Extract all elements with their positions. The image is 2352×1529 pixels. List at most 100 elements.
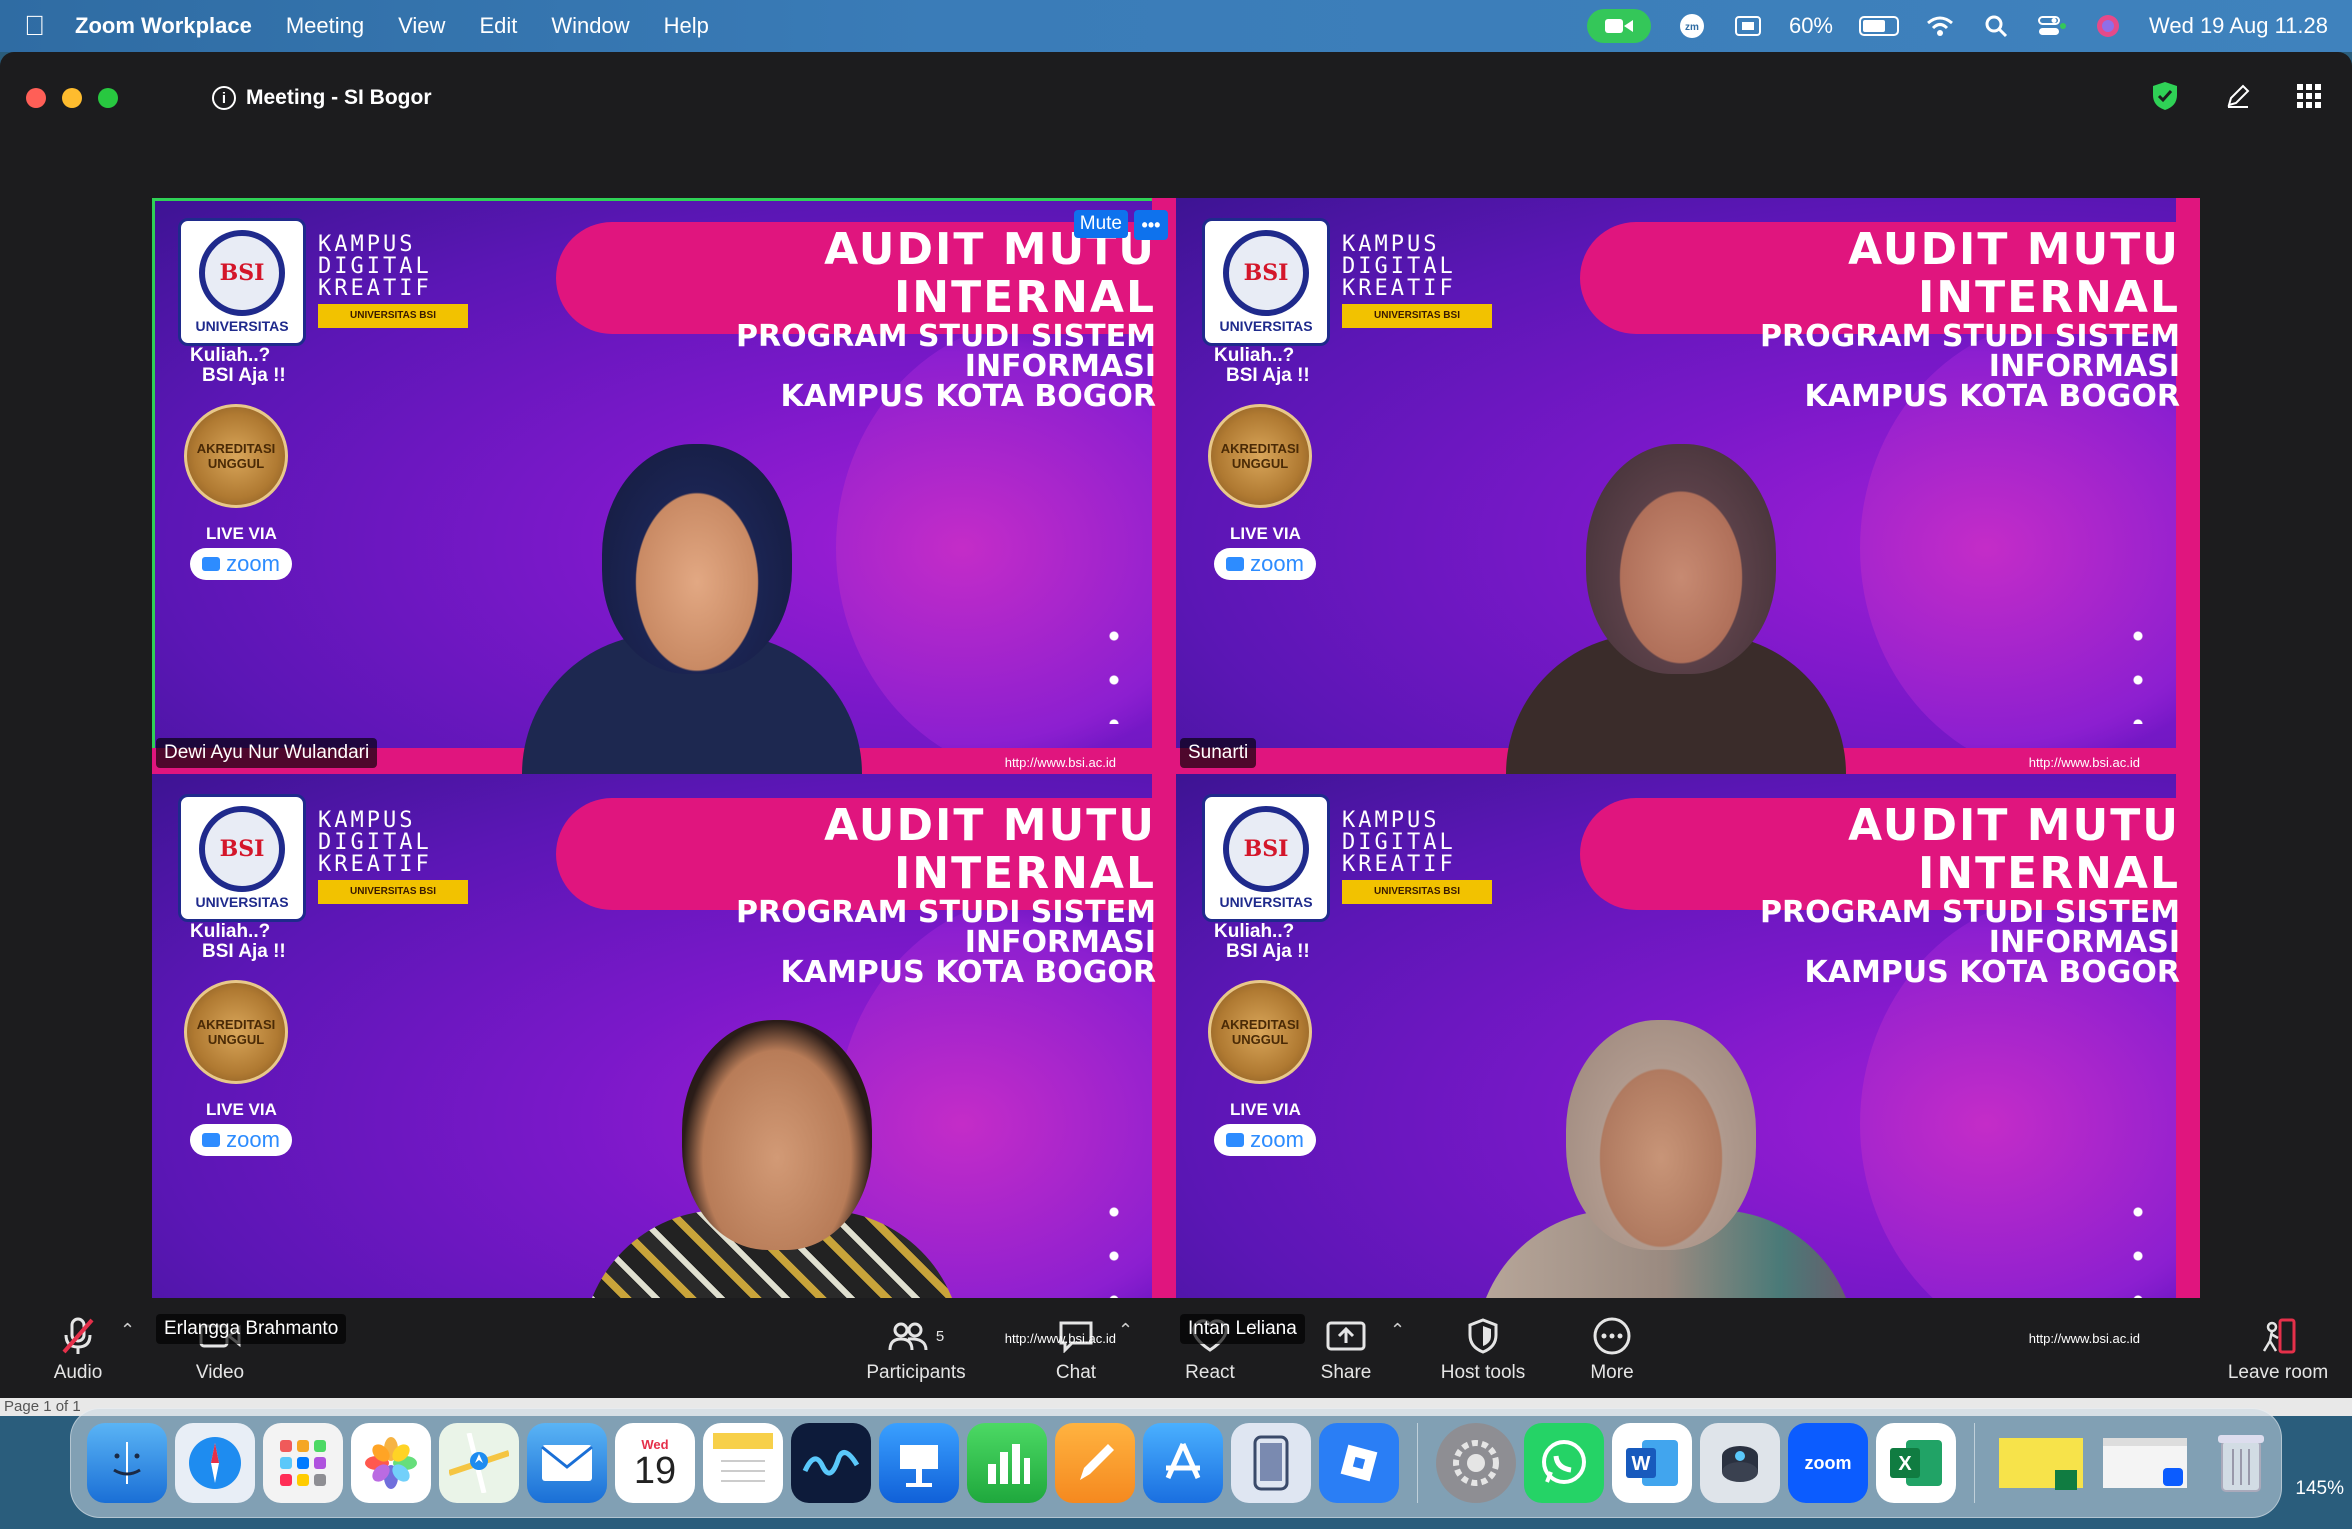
more-button[interactable]: More bbox=[1572, 1316, 1652, 1384]
system-settings-gear-icon[interactable] bbox=[1436, 1423, 1516, 1503]
audio-options-chevron-up-icon[interactable]: ⌃ bbox=[120, 1320, 135, 1341]
camera-icon bbox=[1226, 557, 1245, 571]
freeform-icon[interactable] bbox=[791, 1423, 871, 1503]
siri-icon[interactable] bbox=[2093, 14, 2123, 38]
shield-icon bbox=[1428, 1316, 1538, 1356]
video-recording-icon[interactable] bbox=[1586, 9, 1651, 43]
gallery-view-icon[interactable] bbox=[2296, 83, 2322, 114]
menu-view[interactable]: View bbox=[398, 13, 445, 39]
participants-button[interactable]: 5 Participants bbox=[856, 1316, 976, 1384]
zoom-status-icon[interactable]: zm bbox=[1677, 14, 1707, 38]
search-icon[interactable] bbox=[1981, 14, 2011, 38]
keynote-icon[interactable] bbox=[879, 1423, 959, 1503]
recent-document-thumbnail[interactable] bbox=[1993, 1423, 2089, 1503]
akreditasi-badge: AKREDITASI UNGGUL bbox=[184, 980, 288, 1084]
live-via-label: LIVE VIA bbox=[206, 524, 277, 543]
url-tag: http://www.bsi.ac.id bbox=[1004, 755, 1116, 770]
roblox-icon[interactable] bbox=[1319, 1423, 1399, 1503]
launchpad-icon[interactable] bbox=[263, 1423, 343, 1503]
zoom-app-icon[interactable]: zoom bbox=[1788, 1423, 1868, 1503]
zoom-app-label: zoom bbox=[1804, 1452, 1852, 1473]
video-tile[interactable]: BSI UNIVERSITAS KAMPUS DIGITAL KREATIF UNI… bbox=[1176, 198, 2200, 774]
iphone-mirroring-icon[interactable] bbox=[1231, 1423, 1311, 1503]
share-options-chevron-up-icon[interactable]: ⌃ bbox=[1390, 1320, 1405, 1341]
minimize-window-button[interactable] bbox=[62, 88, 82, 108]
live-via-label: LIVE VIA bbox=[1230, 1100, 1301, 1119]
participants-icon: 5 bbox=[856, 1316, 976, 1356]
chat-button[interactable]: Chat bbox=[1036, 1316, 1116, 1384]
meeting-info[interactable]: i Meeting - SI Bogor bbox=[212, 86, 432, 110]
close-window-button[interactable] bbox=[26, 88, 46, 108]
meeting-title: Meeting - SI Bogor bbox=[246, 86, 432, 109]
calendar-icon[interactable]: Wed 19 bbox=[615, 1423, 695, 1503]
kuliah-slogan: Kuliah..? BSI Aja !! bbox=[1214, 921, 1310, 962]
zoom-logo: zoom bbox=[190, 548, 292, 580]
camera-icon bbox=[1226, 1133, 1245, 1147]
control-center-icon[interactable] bbox=[2037, 14, 2067, 38]
akreditasi-badge: AKREDITASI UNGGUL bbox=[184, 404, 288, 508]
leave-door-icon bbox=[2218, 1316, 2338, 1356]
participants-count: 5 bbox=[935, 1327, 945, 1345]
clock-datetime[interactable]: Wed 19 Aug 11.28 bbox=[2149, 13, 2328, 39]
photos-icon[interactable] bbox=[351, 1423, 431, 1503]
video-tile[interactable]: BSI UNIVERSITAS KAMPUS DIGITAL KREATIF UNI… bbox=[152, 774, 1176, 1350]
host-tools-button[interactable]: Host tools bbox=[1428, 1316, 1538, 1384]
menu-app-name[interactable]: Zoom Workplace bbox=[75, 13, 252, 39]
tile-more-button[interactable]: ••• bbox=[1134, 210, 1168, 240]
recent-window-thumbnail[interactable] bbox=[2097, 1423, 2193, 1503]
svg-text:zm: zm bbox=[1685, 22, 1699, 33]
logo-caption: UNIVERSITAS bbox=[1219, 318, 1313, 334]
menu-help[interactable]: Help bbox=[664, 13, 709, 39]
kuliah-slogan: Kuliah..? BSI Aja !! bbox=[190, 921, 286, 962]
audit-banner: AUDIT MUTU INTERNAL PROGRAM STUDI SISTEM… bbox=[1580, 798, 2200, 988]
pages-icon[interactable] bbox=[1055, 1423, 1135, 1503]
mail-icon[interactable] bbox=[527, 1423, 607, 1503]
logo-caption: UNIVERSITAS bbox=[195, 894, 289, 910]
display-icon[interactable] bbox=[1733, 14, 1763, 38]
page-counter: Page 1 of 1 bbox=[4, 1398, 81, 1415]
kuliah-slogan: Kuliah..? BSI Aja !! bbox=[1214, 345, 1310, 386]
apple-menu-icon[interactable]:  bbox=[24, 10, 45, 42]
logo-caption: UNIVERSITAS bbox=[1219, 894, 1313, 910]
camera-icon bbox=[202, 557, 221, 571]
annotate-pencil-icon[interactable] bbox=[2224, 82, 2252, 115]
more-dots-icon bbox=[1572, 1316, 1652, 1356]
video-tile[interactable]: BSI UNIVERSITAS KAMPUS DIGITAL KREATIF UNI… bbox=[152, 198, 1176, 774]
finder-icon[interactable] bbox=[87, 1423, 167, 1503]
chat-options-chevron-up-icon[interactable]: ⌃ bbox=[1118, 1320, 1133, 1341]
zoom-logo: zoom bbox=[190, 1124, 292, 1156]
zoom-logo: zoom bbox=[1214, 1124, 1316, 1156]
audit-banner: AUDIT MUTU INTERNAL PROGRAM STUDI SISTEM… bbox=[556, 222, 1176, 412]
menu-meeting[interactable]: Meeting bbox=[286, 13, 364, 39]
trash-icon[interactable] bbox=[2201, 1423, 2281, 1503]
microsoft-word-icon[interactable]: W bbox=[1612, 1423, 1692, 1503]
battery-icon[interactable] bbox=[1859, 16, 1899, 36]
whatsapp-icon[interactable] bbox=[1524, 1423, 1604, 1503]
menu-window[interactable]: Window bbox=[551, 13, 629, 39]
participant-name: Erlangga Brahmanto bbox=[156, 1314, 347, 1344]
leave-room-button[interactable]: Leave room bbox=[2218, 1316, 2338, 1384]
logo-seal: BSI bbox=[1223, 806, 1309, 892]
share-button[interactable]: Share bbox=[1306, 1316, 1386, 1384]
participant-video bbox=[1476, 980, 1856, 1350]
fullscreen-window-button[interactable] bbox=[98, 88, 118, 108]
disk-utility-icon[interactable] bbox=[1700, 1423, 1780, 1503]
menu-edit[interactable]: Edit bbox=[479, 13, 517, 39]
safari-icon[interactable] bbox=[175, 1423, 255, 1503]
maps-icon[interactable] bbox=[439, 1423, 519, 1503]
url-tag: http://www.bsi.ac.id bbox=[2028, 1331, 2140, 1346]
security-shield-icon[interactable] bbox=[2150, 80, 2180, 117]
info-icon[interactable]: i bbox=[212, 86, 236, 110]
video-gallery: BSI UNIVERSITAS KAMPUS DIGITAL KREATIF UNI… bbox=[152, 198, 2200, 1350]
audio-button[interactable]: Audio bbox=[38, 1316, 118, 1384]
mute-participant-button[interactable]: Mute bbox=[1073, 210, 1128, 238]
svg-text:W: W bbox=[1632, 1453, 1651, 1475]
video-tile[interactable]: BSI UNIVERSITAS KAMPUS DIGITAL KREATIF UNI… bbox=[1176, 774, 2200, 1350]
numbers-icon[interactable] bbox=[967, 1423, 1047, 1503]
microsoft-excel-icon[interactable]: X bbox=[1876, 1423, 1956, 1503]
notes-icon[interactable] bbox=[703, 1423, 783, 1503]
app-store-icon[interactable] bbox=[1143, 1423, 1223, 1503]
kampus-text: KAMPUS DIGITAL KREATIF UNIVERSITAS BSI bbox=[1342, 810, 1492, 904]
wifi-icon[interactable] bbox=[1925, 14, 1955, 38]
calendar-date: 19 bbox=[633, 1449, 677, 1492]
